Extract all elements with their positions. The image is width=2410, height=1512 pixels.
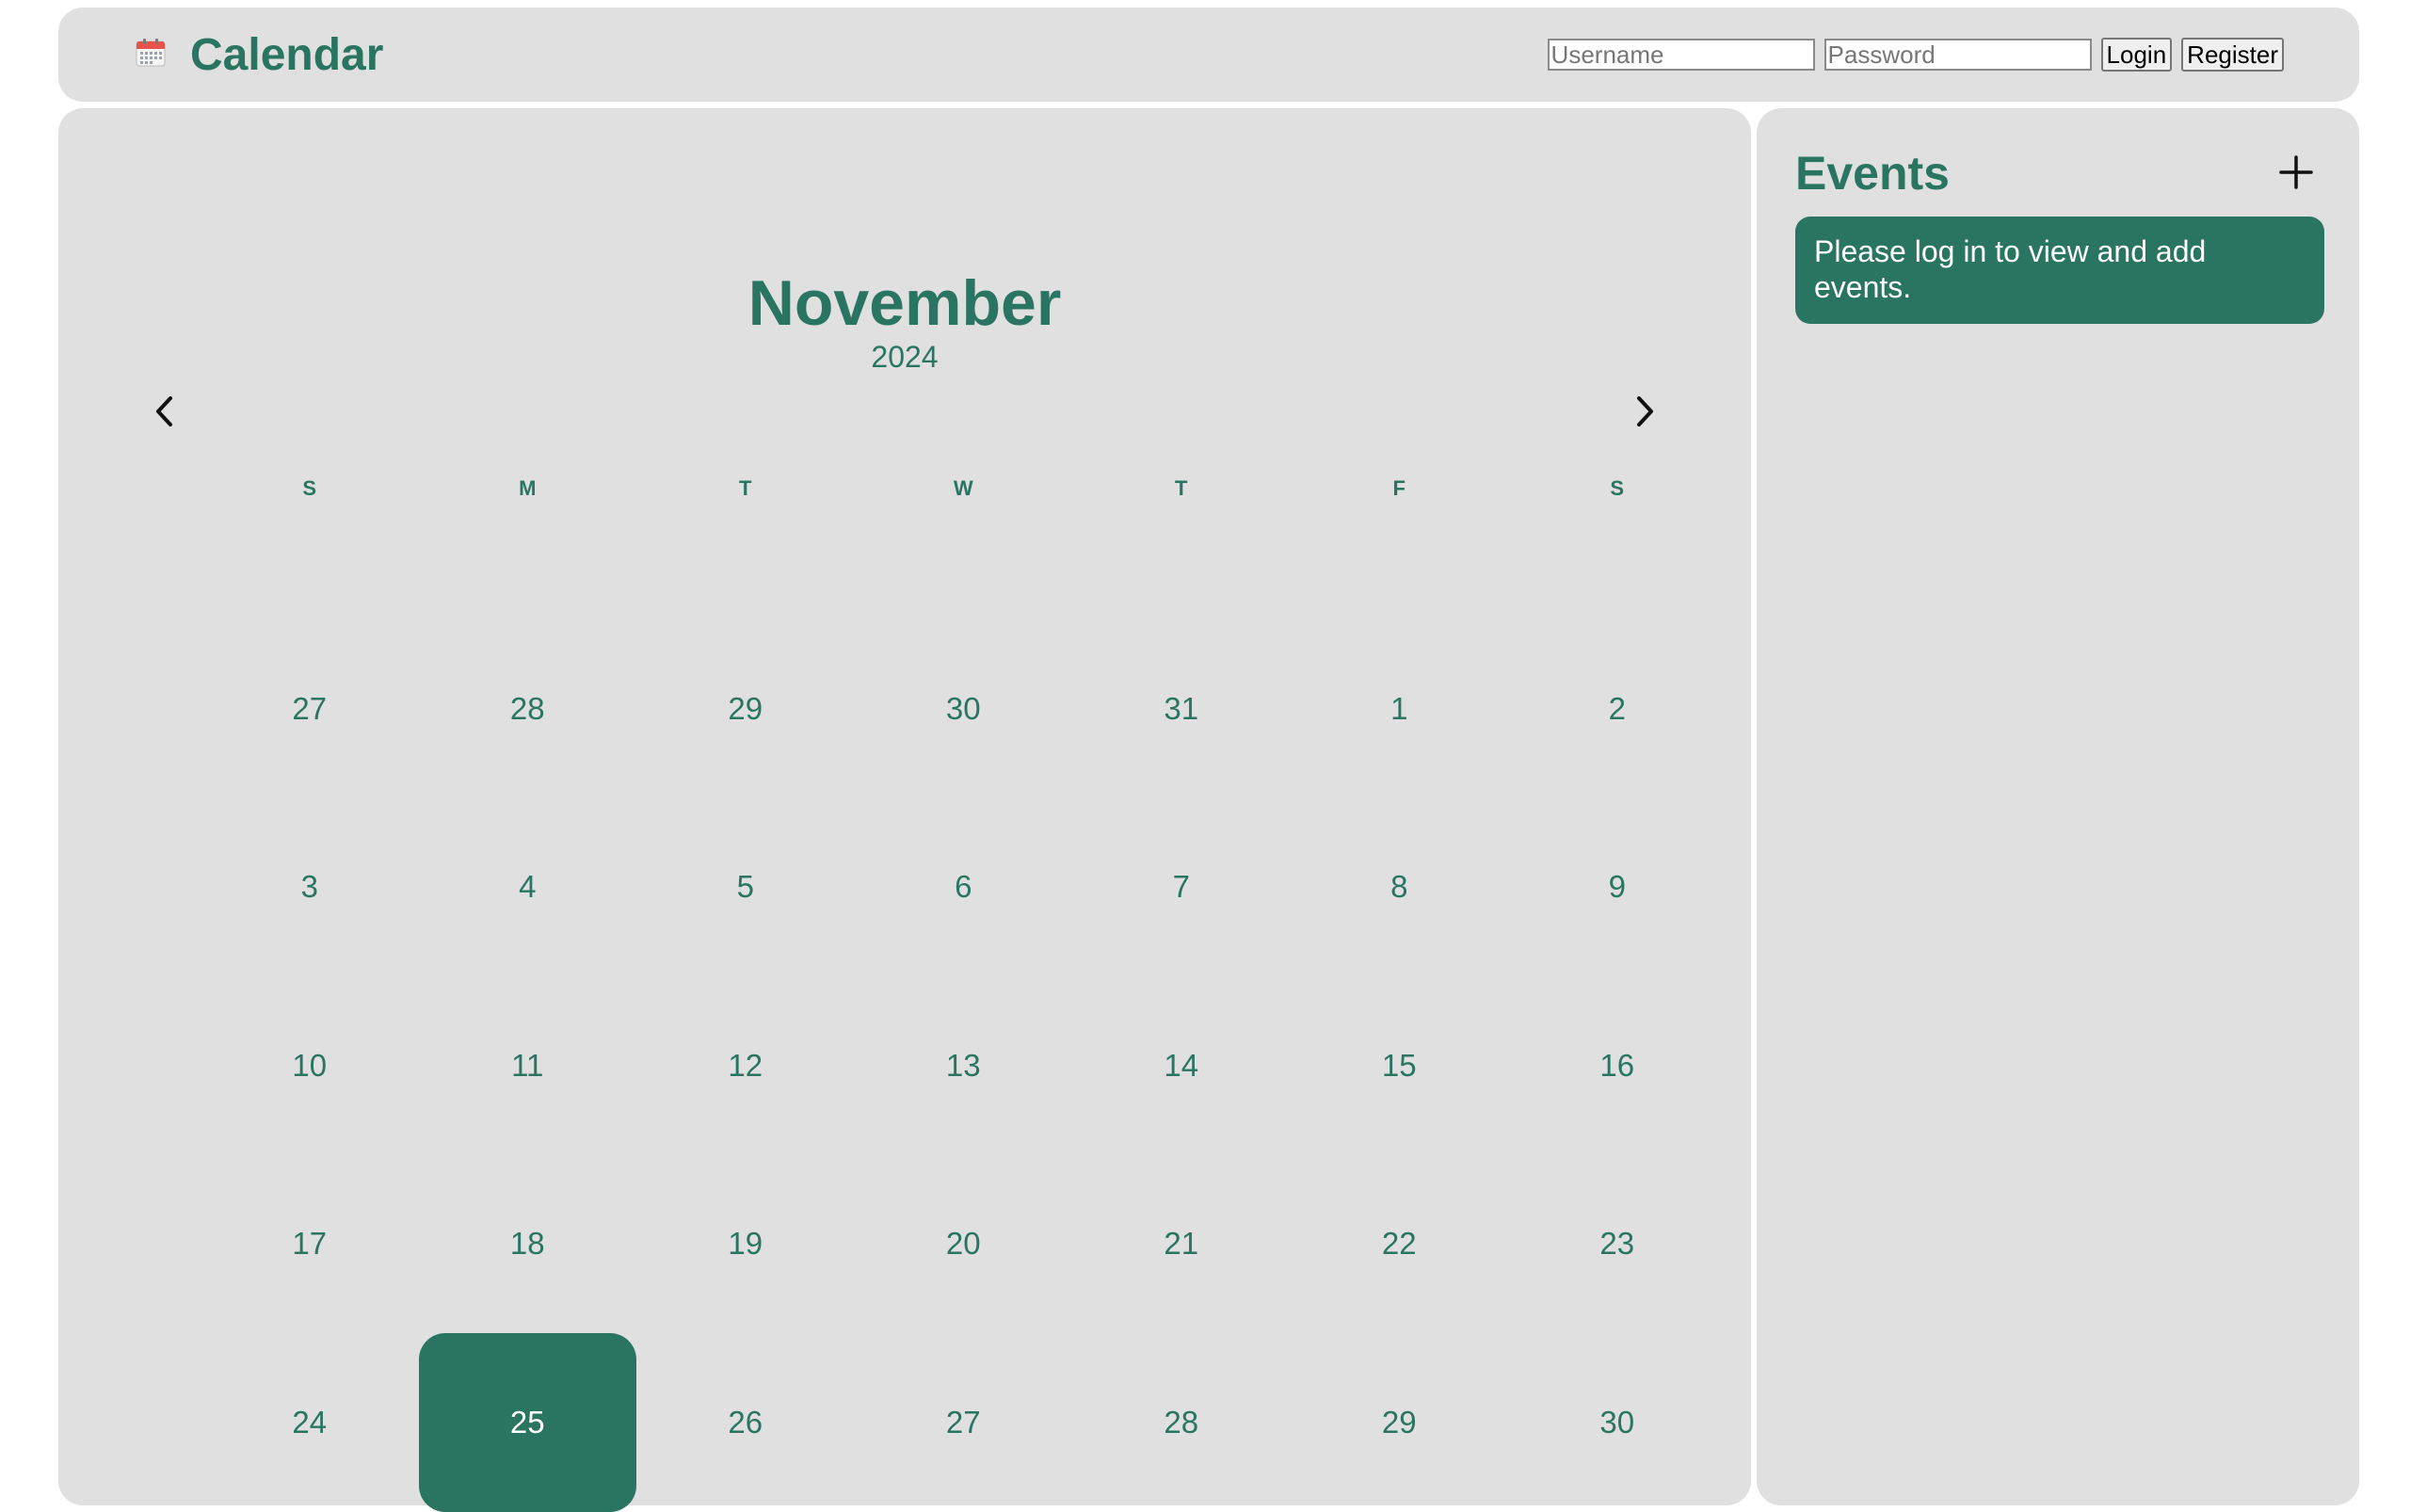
auth-form: Login Register (1547, 8, 2284, 102)
day-cell[interactable]: 16 (1508, 976, 1727, 1155)
day-cell[interactable]: 28 (1072, 1333, 1291, 1512)
events-panel: Events Please log in to view and add eve… (1757, 108, 2359, 1505)
day-cell[interactable]: 6 (855, 798, 1073, 977)
day-cell[interactable]: 21 (1072, 1155, 1291, 1334)
day-cell[interactable]: 30 (1508, 1333, 1727, 1512)
weekday-label: T (739, 476, 752, 500)
day-cell-selected[interactable]: 25 (418, 1333, 636, 1512)
day-cell[interactable]: 22 (1291, 1155, 1509, 1334)
login-button[interactable]: Login (2100, 38, 2173, 72)
login-required-message: Please log in to view and add events. (1795, 217, 2324, 324)
day-cell[interactable]: 24 (201, 1333, 419, 1512)
day-cell[interactable]: 29 (1291, 1333, 1509, 1512)
day-cell[interactable]: 1 (1291, 619, 1509, 798)
day-cell[interactable]: 14 (1072, 976, 1291, 1155)
day-cell[interactable]: 7 (1072, 798, 1291, 977)
month-title: November (747, 267, 1062, 339)
brand: Calendar (136, 8, 383, 102)
chevron-left-icon[interactable] (147, 391, 185, 432)
days-grid: 27 28 29 30 31 1 2 3 4 5 6 7 8 9 10 11 1… (201, 619, 1727, 1512)
day-cell[interactable]: 3 (201, 798, 419, 977)
chevron-right-icon[interactable] (1625, 391, 1663, 432)
events-title: Events (1795, 147, 1950, 200)
day-cell[interactable]: 29 (636, 619, 855, 798)
calendar-panel: November 2024 S M T W T F S 27 28 29 30 … (58, 108, 1751, 1512)
day-cell[interactable]: 18 (419, 1155, 637, 1334)
app-title: Calendar (190, 29, 384, 80)
day-cell[interactable]: 23 (1508, 1155, 1727, 1334)
weekday-label: F (1392, 476, 1406, 500)
calendar-icon (136, 39, 166, 67)
day-cell[interactable]: 27 (201, 619, 419, 798)
weekday-label: W (953, 476, 973, 500)
plus-icon[interactable] (2277, 153, 2315, 191)
day-cell[interactable]: 28 (419, 619, 637, 798)
day-cell[interactable]: 8 (1291, 798, 1509, 977)
weekday-header: S M T W T F S (201, 460, 1727, 517)
day-cell[interactable]: 19 (636, 1155, 855, 1334)
day-cell[interactable]: 20 (855, 1155, 1073, 1334)
year-label: 2024 (871, 340, 939, 374)
day-cell[interactable]: 15 (1291, 976, 1509, 1155)
day-cell[interactable]: 30 (855, 619, 1073, 798)
day-cell[interactable]: 17 (201, 1155, 419, 1334)
weekday-label: S (302, 476, 317, 500)
day-cell[interactable]: 13 (855, 976, 1073, 1155)
day-cell[interactable]: 26 (636, 1333, 855, 1512)
day-cell[interactable]: 2 (1508, 619, 1727, 798)
day-cell[interactable]: 11 (419, 976, 637, 1155)
day-cell[interactable]: 10 (201, 976, 419, 1155)
register-button[interactable]: Register (2181, 38, 2284, 72)
weekday-label: M (519, 476, 537, 500)
weekday-label: T (1175, 476, 1188, 500)
day-cell[interactable]: 31 (1072, 619, 1291, 798)
username-input[interactable] (1547, 39, 1815, 71)
weekday-label: S (1610, 476, 1625, 500)
app-header: Calendar Login Register (58, 8, 2359, 102)
password-input[interactable] (1824, 39, 2092, 71)
day-cell[interactable]: 12 (636, 976, 855, 1155)
day-cell[interactable]: 9 (1508, 798, 1727, 977)
day-cell[interactable]: 27 (855, 1333, 1073, 1512)
day-cell[interactable]: 5 (636, 798, 855, 977)
day-cell[interactable]: 4 (419, 798, 637, 977)
